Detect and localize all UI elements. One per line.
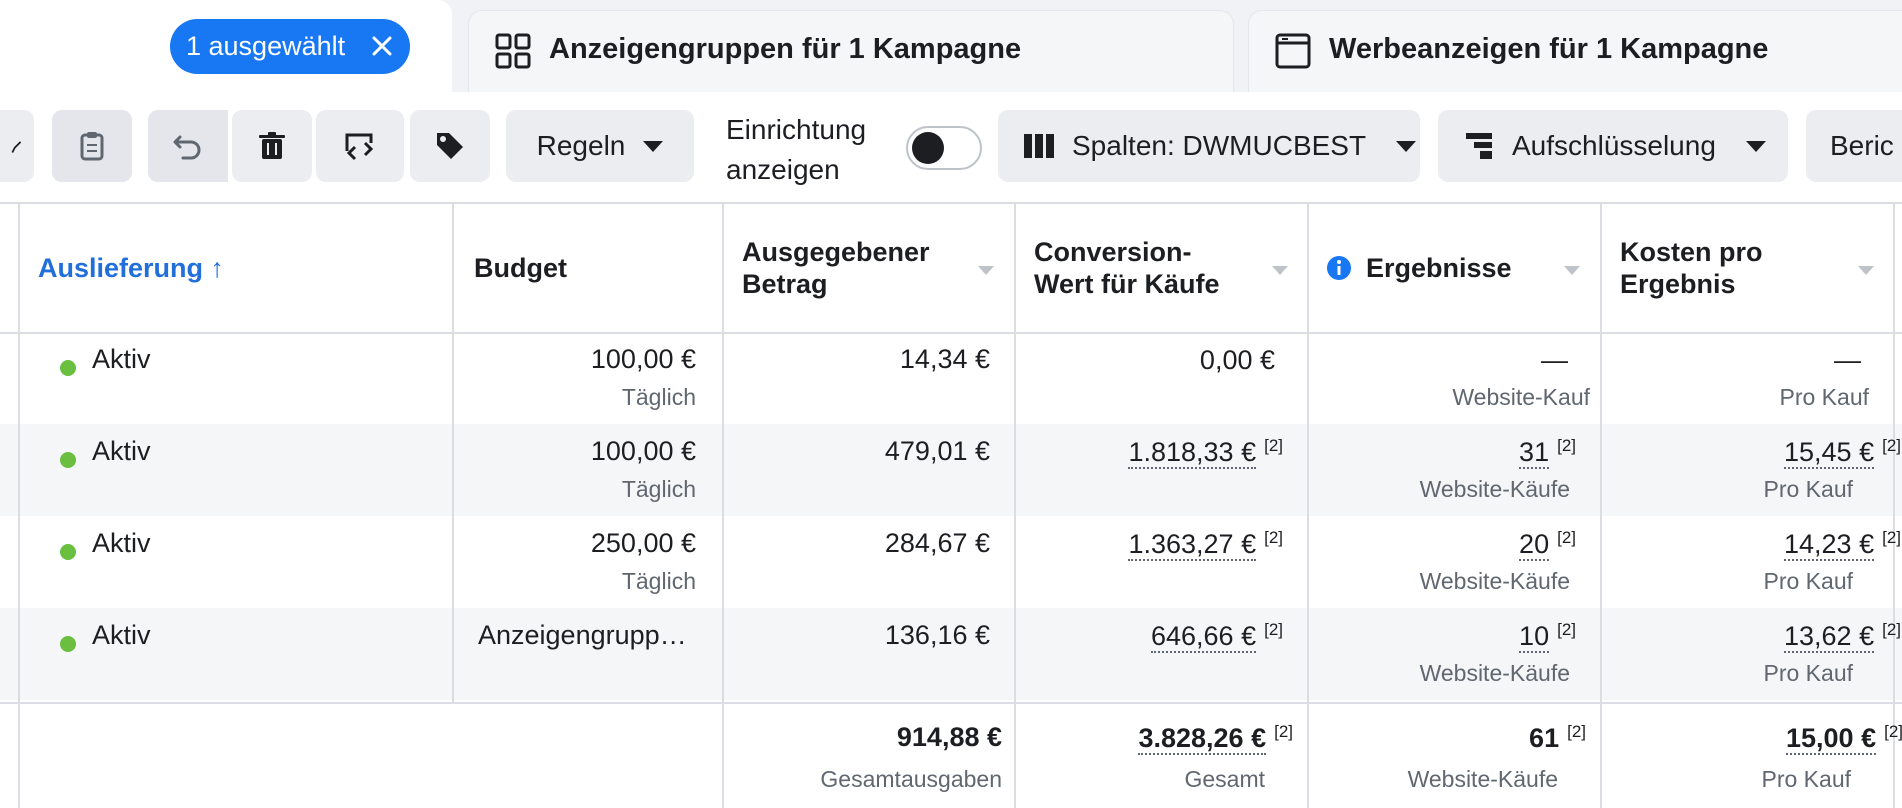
cell-budget[interactable]: 250,00 € Täglich: [452, 516, 722, 608]
undo-button[interactable]: [148, 110, 228, 182]
breakdown-icon: [1466, 133, 1492, 159]
tab-adsets[interactable]: Anzeigengruppen für 1 Kampagne: [468, 10, 1234, 92]
rules-label: Regeln: [536, 130, 626, 161]
chevron-down-icon: [1396, 140, 1417, 152]
cell-results[interactable]: 10 [2] Website-Käufe: [1307, 608, 1600, 700]
chevron-down-icon: [643, 140, 664, 152]
setup-label: Einrichtung anzeigen: [726, 114, 867, 185]
status-dot-icon: [60, 452, 76, 468]
rules-dropdown[interactable]: Regeln: [506, 110, 694, 182]
cell-spent: 136,16 €: [884, 620, 990, 650]
selection-chip[interactable]: 1 ausgewählt: [170, 19, 410, 74]
breakdown-dropdown[interactable]: Aufschlüsselung: [1438, 110, 1788, 182]
totals-divider: [0, 702, 1902, 704]
total-results: 61 [2] Website-Käufe: [1407, 722, 1586, 792]
sort-caret-icon[interactable]: [978, 266, 994, 275]
status-text: Aktiv: [92, 620, 151, 650]
cell-cost-per-result[interactable]: 14,23 € [2] Pro Kauf: [1600, 516, 1902, 608]
cell-conversion-value[interactable]: 1.818,33 € [2]: [1014, 424, 1307, 516]
columns-label: Spalten: DWMUCBEST: [1072, 130, 1367, 161]
chevron-down-icon: [1745, 140, 1766, 152]
cell-conversion-value[interactable]: 646,66 € [2]: [1014, 608, 1307, 700]
tab-ads-label: Werbeanzeigen für 1 Kampagne: [1329, 33, 1769, 65]
delete-button[interactable]: [232, 110, 312, 182]
tab-bar: 1 ausgewählt Anzeigengruppen für 1 Kampa…: [0, 0, 1902, 92]
cell-spent: 284,67 €: [884, 528, 990, 558]
transfer-icon: [345, 133, 374, 161]
tab-ads[interactable]: Werbeanzeigen für 1 Kampagne: [1248, 10, 1902, 92]
header-budget[interactable]: Budget: [474, 204, 714, 332]
header-cost-per-result[interactable]: Kosten pro Ergebnis: [1620, 204, 1892, 332]
cell-delivery[interactable]: Aktiv: [18, 608, 452, 700]
sort-caret-icon[interactable]: [1272, 266, 1288, 275]
sort-caret-icon[interactable]: [1564, 266, 1580, 275]
cell-conversion-value[interactable]: 1.363,27 € [2]: [1014, 516, 1307, 608]
sort-caret-icon[interactable]: [1858, 266, 1874, 275]
tag-icon: [437, 133, 463, 159]
cell-budget[interactable]: 100,00 € Täglich: [452, 332, 722, 424]
status-dot-icon: [60, 544, 76, 560]
toggle-knob: [912, 132, 944, 164]
header-spent[interactable]: Ausgegebener Betrag: [742, 204, 1012, 332]
trash-icon: [259, 132, 285, 159]
status-dot-icon: [60, 636, 76, 652]
total-conversion-value: 3.828,26 € [2] Gesamt: [1138, 722, 1293, 792]
header-delivery[interactable]: Auslieferung ↑: [38, 204, 448, 332]
setup-toggle[interactable]: [906, 126, 982, 170]
status-text: Aktiv: [92, 528, 151, 558]
ad-frame-icon: [1275, 33, 1311, 69]
cell-spent: 479,01 €: [884, 436, 990, 466]
cell-results[interactable]: — Website-Kauf: [1307, 332, 1600, 424]
tab-campaigns[interactable]: 1 ausgewählt: [0, 0, 452, 92]
close-icon[interactable]: [368, 32, 396, 60]
cell-cost-per-result[interactable]: — Pro Kauf: [1600, 332, 1893, 424]
tab-adsets-label: Anzeigengruppen für 1 Kampagne: [549, 33, 1022, 65]
header-results[interactable]: Ergebnisse: [1326, 204, 1598, 332]
selection-chip-label: 1 ausgewählt: [186, 31, 346, 61]
cell-delivery[interactable]: Aktiv: [18, 424, 452, 516]
total-cost-per-result: 15,00 € [2] Pro Kauf: [1761, 722, 1902, 792]
transfer-button[interactable]: [316, 110, 404, 182]
cell-conversion-value[interactable]: 0,00 €: [1014, 332, 1307, 424]
info-icon[interactable]: [1326, 255, 1352, 281]
toolbar-edit-button[interactable]: [0, 110, 34, 182]
status-text: Aktiv: [92, 344, 151, 374]
cell-budget[interactable]: Anzeigengrupp…: [452, 608, 722, 700]
campaign-table: Auslieferung ↑ Budget Ausgegebener Betra…: [0, 204, 1902, 808]
reports-dropdown[interactable]: Beric: [1806, 110, 1902, 182]
columns-dropdown[interactable]: Spalten: DWMUCBEST: [998, 110, 1420, 182]
cell-cost-per-result[interactable]: 13,62 € [2] Pro Kauf: [1600, 608, 1902, 700]
header-conversion-value[interactable]: Conversion- Wert für Käufe: [1034, 204, 1306, 332]
reports-label: Beric: [1830, 130, 1894, 161]
cell-delivery[interactable]: Aktiv: [18, 516, 452, 608]
status-text: Aktiv: [92, 436, 151, 466]
copy-button[interactable]: [52, 110, 132, 182]
grid-icon: [495, 33, 531, 69]
clipboard-icon: [80, 132, 104, 161]
cell-results[interactable]: 20 [2] Website-Käufe: [1307, 516, 1600, 608]
columns-icon: [1024, 134, 1054, 158]
cell-cost-per-result[interactable]: 15,45 € [2] Pro Kauf: [1600, 424, 1902, 516]
total-spent: 914,88 € Gesamtausgaben: [820, 722, 1002, 792]
undo-icon: [173, 135, 201, 160]
toolbar: Regeln Einrichtung anzeigen Spalten: DWM…: [0, 92, 1902, 204]
cell-budget[interactable]: 100,00 € Täglich: [452, 424, 722, 516]
tag-button[interactable]: [410, 110, 490, 182]
breakdown-label: Aufschlüsselung: [1512, 130, 1716, 161]
status-dot-icon: [60, 360, 76, 376]
column-divider: [1893, 204, 1895, 808]
cell-delivery[interactable]: Aktiv: [18, 332, 452, 424]
cell-results[interactable]: 31 [2] Website-Käufe: [1307, 424, 1600, 516]
cell-spent: 14,34 €: [899, 344, 990, 374]
pencil-icon: [11, 141, 22, 153]
